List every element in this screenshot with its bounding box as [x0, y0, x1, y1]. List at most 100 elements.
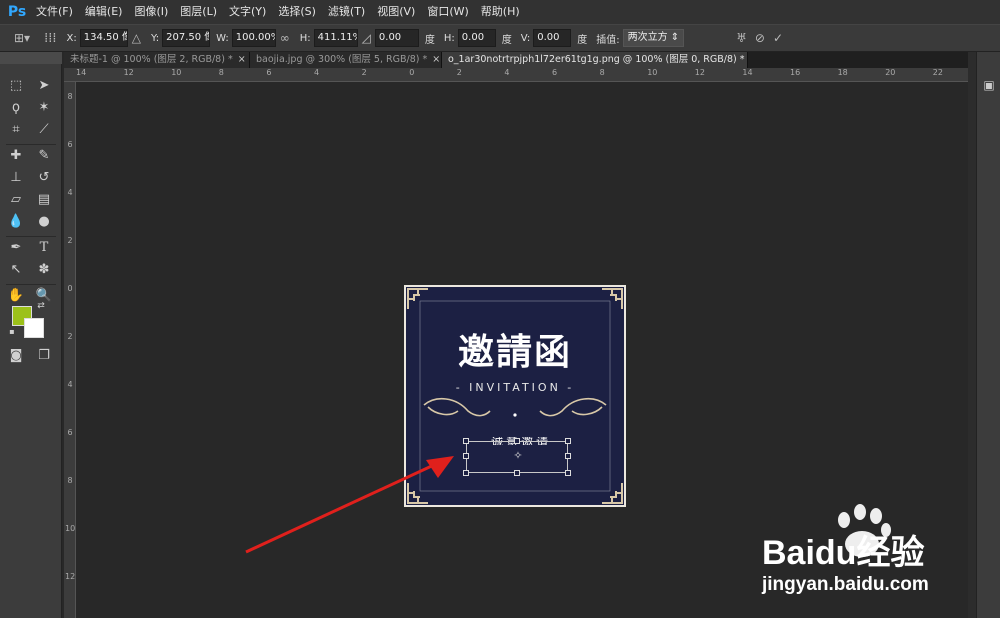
x-label: X: [66, 32, 77, 44]
marquee-tool-icon[interactable]: ⬚ [4, 76, 28, 96]
panel-icon[interactable]: ▣ [980, 76, 998, 94]
reference-point-grid-icon[interactable]: ⁞⁞⁞ [44, 31, 56, 46]
gradient-tool-icon[interactable]: ▤ [32, 190, 56, 210]
free-transform-bounding-box[interactable]: ✧ [463, 438, 571, 476]
menu-filter[interactable]: 滤镜(T) [322, 0, 371, 24]
angle-unit-label: 度 [424, 34, 435, 46]
screen-mode-icon[interactable]: ❐ [32, 346, 56, 366]
ruler-tick-label: 2 [67, 236, 73, 245]
x-position-field[interactable]: 134.50 像素 [79, 29, 128, 47]
menu-select[interactable]: 选择(S) [272, 0, 322, 24]
transform-handle-bottom[interactable] [514, 470, 520, 476]
custom-shape-tool-icon[interactable]: ✽ [32, 260, 56, 280]
v-skew-unit-label: 度 [577, 34, 588, 46]
tools-panel: ⬚ ➤ ϙ ✶ ⌗ ⟋ ✚ ✎ ⊥ ↺ ▱ ▤ 💧 ● ✒ T ↖ ✽ ✋ 🔍 … [0, 52, 62, 618]
menu-bar: Ps 文件(F) 编辑(E) 图像(I) 图层(L) 文字(Y) 选择(S) 滤… [0, 0, 1000, 24]
red-annotation-arrow [245, 456, 454, 554]
y-position-field[interactable]: 207.50 像素 [162, 29, 211, 47]
center-dot [513, 413, 517, 417]
h-skew-field[interactable]: 0.00 [457, 29, 496, 47]
transform-handle-bottom-left[interactable] [463, 470, 469, 476]
quick-mask-icon[interactable]: ◙ [4, 346, 28, 366]
close-tab-icon[interactable]: × [432, 54, 440, 65]
brush-tool-icon[interactable]: ✎ [32, 146, 56, 166]
transform-handle-left[interactable] [463, 453, 469, 459]
background-color-swatch[interactable] [24, 318, 44, 338]
ruler-tick-label: 22 [932, 68, 943, 77]
commit-transform-icon[interactable]: ✓ [773, 31, 783, 45]
width-scale-field[interactable]: 100.00% [231, 29, 276, 47]
horizontal-ruler[interactable]: 14 12 10 8 6 4 2 0 2 4 6 8 10 12 14 16 18 20 22 [64, 68, 968, 82]
eraser-tool-icon[interactable]: ▱ [4, 190, 28, 210]
vertical-ruler[interactable]: 8 6 4 2 0 2 4 6 8 10 12 [64, 82, 76, 618]
menu-type[interactable]: 文字(Y) [223, 0, 272, 24]
document-tab[interactable]: 未标题-1 @ 100% (图层 2, RGB/8) * × [64, 52, 250, 68]
v-skew-field[interactable]: 0.00 [533, 29, 572, 47]
rotate-angle-field[interactable]: 0.00 [374, 29, 419, 47]
menu-help[interactable]: 帮助(H) [475, 0, 526, 24]
path-selection-tool-icon[interactable]: ↖ [4, 260, 28, 280]
document-tab-active[interactable]: o_1ar30notrtrpjph1l72er61tg1g.png @ 100%… [442, 52, 748, 68]
toolbar-divider [6, 236, 56, 237]
ruler-tick-label: 12 [123, 68, 134, 77]
crop-tool-icon[interactable]: ⌗ [4, 120, 28, 140]
ruler-tick-label: 10 [647, 68, 658, 77]
ruler-tick-label: 4 [504, 68, 510, 77]
ruler-tick-label: 20 [885, 68, 896, 77]
pen-tool-icon[interactable]: ✒ [4, 238, 28, 258]
menu-image[interactable]: 图像(I) [128, 0, 174, 24]
ruler-tick-label: 8 [218, 68, 224, 77]
type-tool-icon[interactable]: T [32, 238, 56, 258]
ruler-tick-label: 6 [67, 428, 73, 437]
menu-edit[interactable]: 编辑(E) [79, 0, 129, 24]
ruler-tick-label: 14 [76, 68, 87, 77]
menu-layer[interactable]: 图层(L) [174, 0, 223, 24]
blur-tool-icon[interactable]: 💧 [4, 212, 28, 232]
toolbar-divider [6, 144, 56, 145]
move-tool-icon[interactable]: ➤ [32, 76, 56, 96]
height-label: H: [299, 32, 311, 44]
height-scale-field[interactable]: 411.11% [313, 29, 358, 47]
transform-handle-top-right[interactable] [565, 438, 571, 444]
lasso-tool-icon[interactable]: ϙ [4, 98, 28, 118]
menu-window[interactable]: 窗口(W) [421, 0, 474, 24]
transform-handle-right[interactable] [565, 453, 571, 459]
relative-position-icon[interactable]: △ [132, 31, 141, 45]
ruler-tick-label: 4 [67, 380, 73, 389]
healing-brush-tool-icon[interactable]: ✚ [4, 146, 28, 166]
ruler-tick-label: 12 [65, 572, 76, 581]
watermark-url: jingyan.baidu.com [762, 574, 929, 595]
transform-tool-preset-icon[interactable]: ⊞▾ [14, 31, 30, 45]
toolbar-grip[interactable] [0, 52, 62, 64]
ruler-tick-label: 6 [67, 140, 73, 149]
transform-handle-top[interactable] [514, 438, 520, 444]
hand-tool-icon[interactable]: ✋ [4, 286, 28, 306]
link-icon[interactable]: ∞ [280, 31, 290, 45]
options-bar: ⊞▾ ⁞⁞⁞ X: 134.50 像素 △ Y: 207.50 像素 W: 10… [0, 24, 1000, 52]
ruler-tick-label: 0 [67, 284, 73, 293]
transform-center-point-icon[interactable]: ✧ [512, 450, 524, 462]
eyedropper-tool-icon[interactable]: ⟋ [32, 120, 56, 140]
menu-file[interactable]: 文件(F) [30, 0, 79, 24]
baidu-watermark: Baidu经验 jingyan.baidu.com [740, 500, 980, 610]
menu-view[interactable]: 视图(V) [371, 0, 421, 24]
ruler-tick-label: 8 [67, 92, 73, 101]
default-colors-icon[interactable]: ▪ [6, 326, 18, 338]
warp-mode-icon[interactable]: ♅ [736, 31, 747, 45]
swap-colors-icon[interactable]: ⇄ [34, 300, 48, 312]
baidu-paw-logo: Baidu经验 [762, 504, 924, 572]
dodge-tool-icon[interactable]: ● [32, 212, 56, 232]
document-tab[interactable]: baojia.jpg @ 300% (图层 5, RGB/8) * × [250, 52, 442, 68]
cancel-transform-icon[interactable]: ⊘ [755, 31, 765, 45]
transform-handle-top-left[interactable] [463, 438, 469, 444]
interpolation-select[interactable]: 两次立方 ⇕ [622, 29, 685, 47]
close-tab-icon[interactable]: × [238, 54, 246, 65]
ruler-tick-label: 12 [694, 68, 705, 77]
history-brush-tool-icon[interactable]: ↺ [32, 168, 56, 188]
ruler-tick-label: 16 [790, 68, 801, 77]
clone-stamp-tool-icon[interactable]: ⊥ [4, 168, 28, 188]
transform-handle-bottom-right[interactable] [565, 470, 571, 476]
magic-wand-tool-icon[interactable]: ✶ [32, 98, 56, 118]
toolbar-divider [6, 284, 56, 285]
ruler-tick-label: 2 [361, 68, 367, 77]
